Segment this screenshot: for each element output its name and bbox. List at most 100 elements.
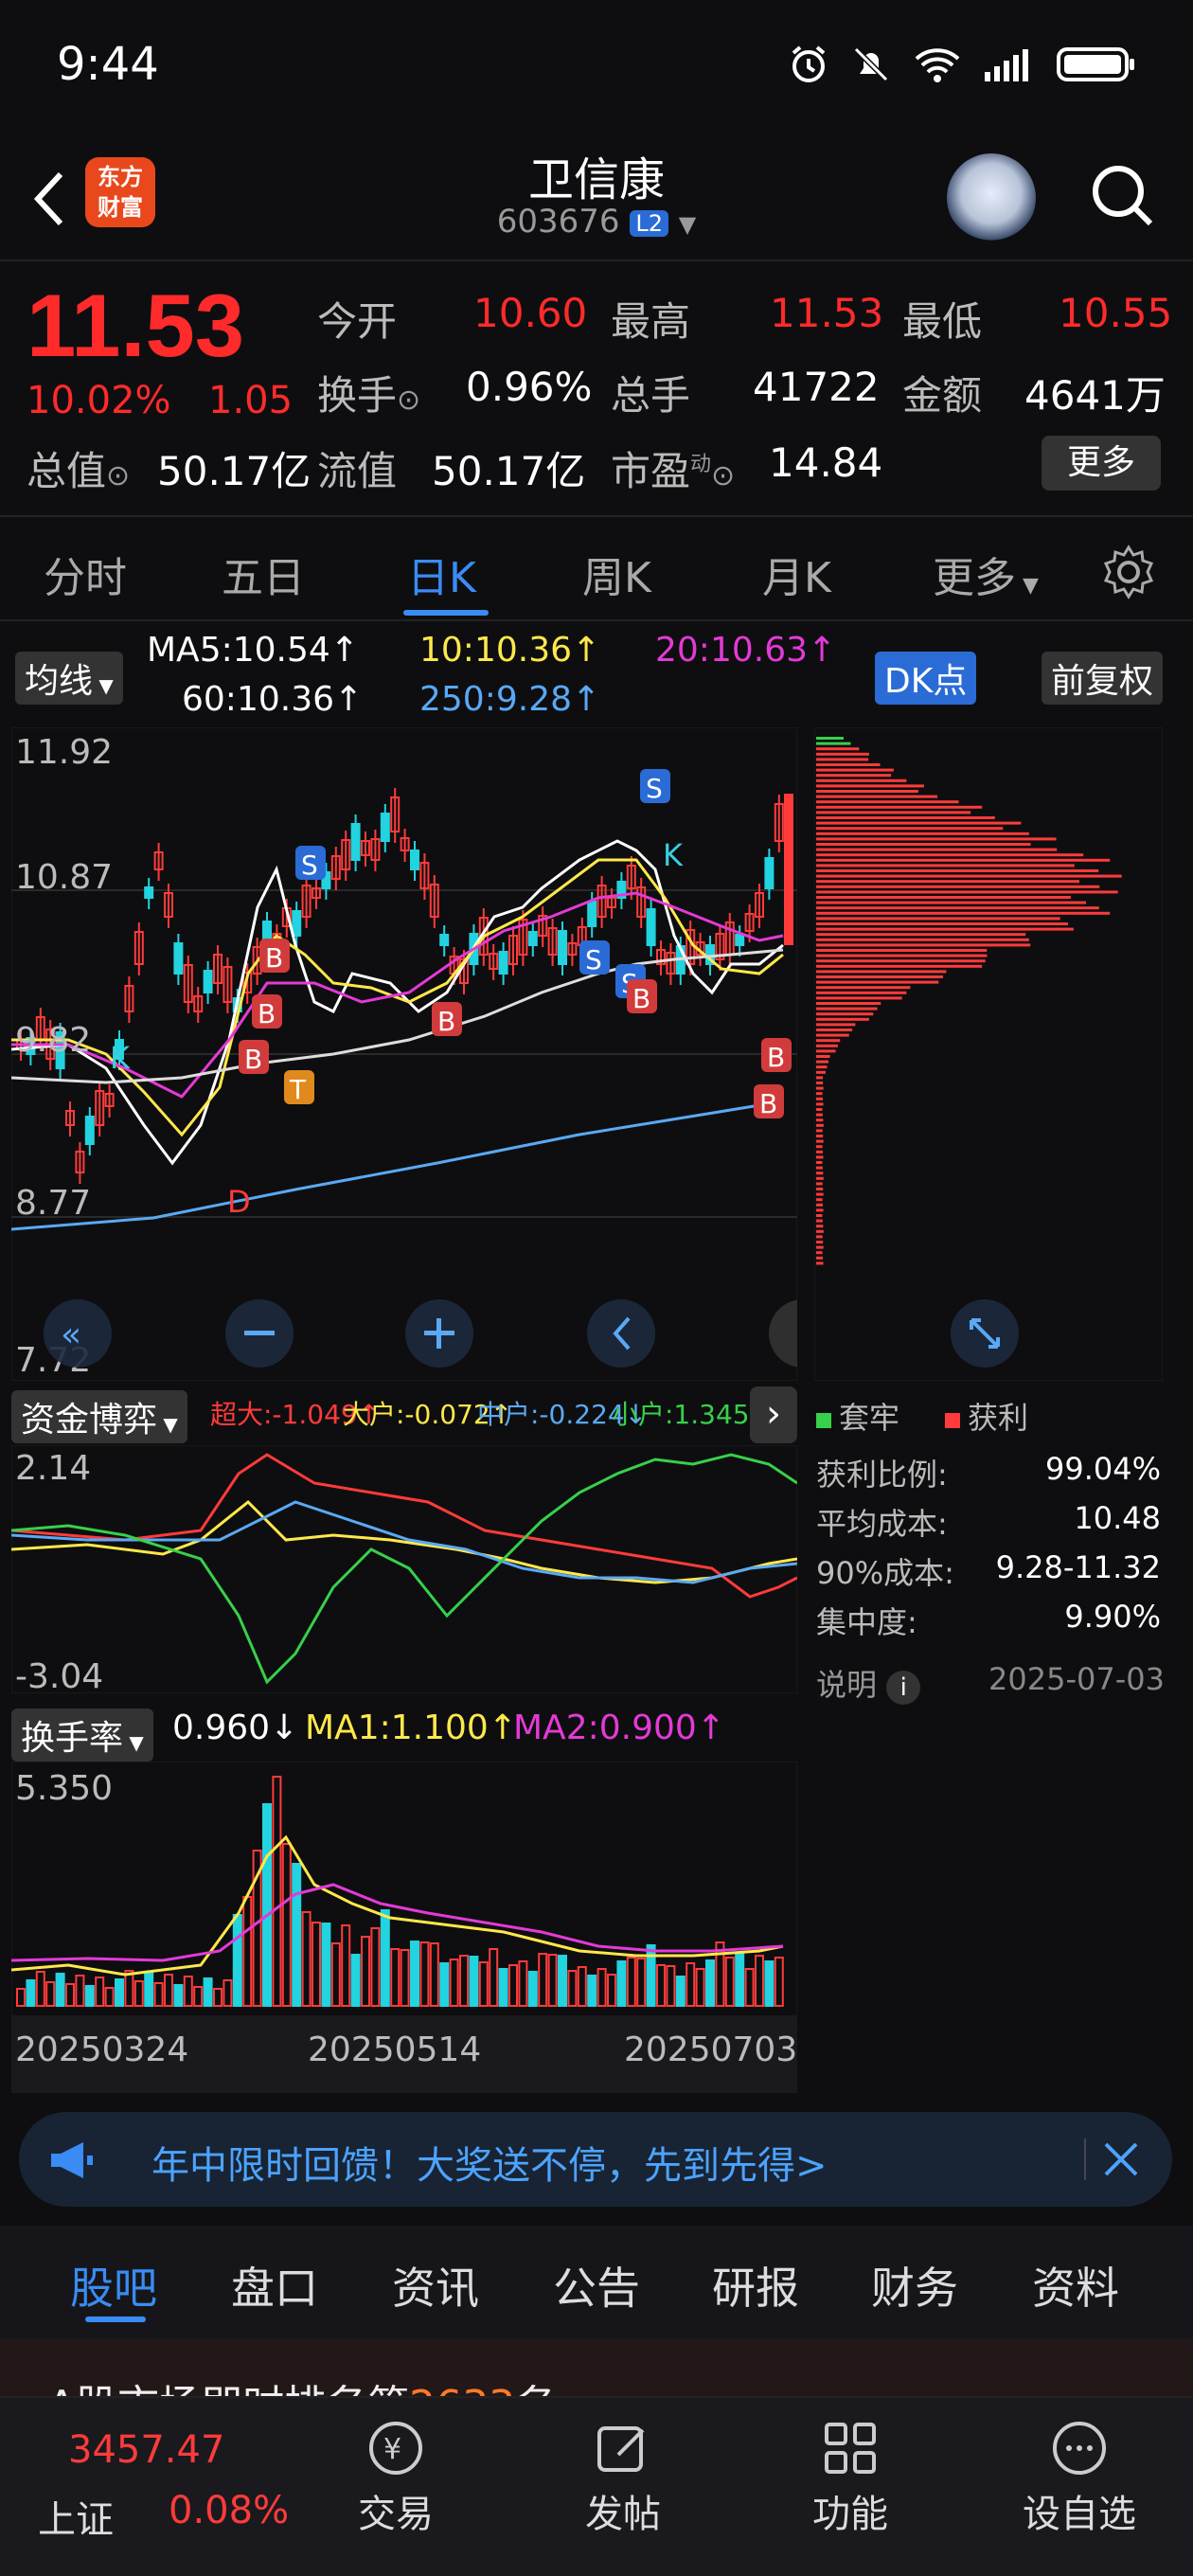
- chip-bar: [816, 1012, 874, 1016]
- tab-five-day[interactable]: 五日: [222, 544, 305, 604]
- chip-bar: [816, 1203, 824, 1207]
- turnover-bar: [380, 1909, 390, 2007]
- trade-marker-b: B: [761, 1038, 792, 1073]
- chip-bar: [816, 1235, 823, 1239]
- compose-icon: [597, 2426, 645, 2472]
- chip-bar: [816, 853, 1084, 857]
- tab-pankou[interactable]: 盘口: [231, 2254, 318, 2317]
- chip-bar: [816, 869, 1099, 872]
- nav-watchlist[interactable]: 设自选: [994, 2417, 1165, 2538]
- chip-bar: [816, 1176, 824, 1180]
- svg-text:«: «: [61, 1315, 81, 1354]
- tab-news[interactable]: 资讯: [392, 2254, 479, 2317]
- chip-bar: [816, 790, 918, 793]
- chip-bar: [816, 901, 1086, 904]
- ma60-value: 60:10.36↑: [182, 680, 364, 719]
- tab-intraday[interactable]: 分时: [44, 544, 127, 604]
- chip-bar: [816, 843, 1031, 846]
- chip-bar: [816, 768, 894, 772]
- more-button[interactable]: 更多: [1042, 436, 1161, 491]
- index-pct[interactable]: 0.08%: [169, 2489, 289, 2532]
- trade-marker-b: B: [627, 979, 657, 1014]
- chip-bar: [816, 1002, 881, 1005]
- adjust-button[interactable]: 前复权: [1042, 652, 1164, 705]
- tab-guba[interactable]: 股吧: [70, 2254, 157, 2317]
- chip-bar: [816, 1150, 824, 1154]
- candle-body: [203, 970, 213, 993]
- kline-chart[interactable]: 11.92 10.87 9.82 8.77 7.72 SBBBTBSSSBBBK…: [11, 727, 797, 1381]
- chip-bar: [816, 954, 988, 957]
- chip-bar: [816, 996, 902, 1000]
- chip-bar: [816, 880, 1080, 884]
- candle-body: [380, 813, 390, 842]
- chip-bar: [816, 811, 971, 814]
- settings-gear-icon[interactable]: [1100, 544, 1157, 600]
- index-value[interactable]: 3457.47: [68, 2428, 224, 2472]
- chip-bar: [816, 758, 869, 761]
- turnover-bar: [587, 1975, 597, 2007]
- date-start: 20250324: [15, 2030, 188, 2069]
- index-name[interactable]: 上证: [38, 2489, 114, 2544]
- funds-selector[interactable]: 资金博弈 ▼: [11, 1390, 187, 1443]
- mcap-value: 50.17亿: [157, 448, 312, 494]
- chip-bar: [816, 795, 938, 798]
- mcap-label: 总值: [27, 448, 107, 494]
- back-arrow-icon[interactable]: [23, 161, 80, 237]
- robot-avatar-icon[interactable]: [947, 153, 1036, 242]
- legend-trap: 套牢: [816, 1394, 899, 1438]
- k-marker: K: [110, 1040, 131, 1076]
- chip-bar: [816, 1155, 824, 1159]
- chip-bar: [816, 1229, 824, 1233]
- battery-icon: [1057, 47, 1134, 81]
- turnover-bar: [439, 1962, 450, 2007]
- tab-monthly-k[interactable]: 月K: [762, 544, 831, 604]
- chip-bar: [816, 874, 1122, 878]
- turnover-selector[interactable]: 换手率 ▼: [11, 1708, 153, 1762]
- chip-bar: [816, 1225, 824, 1228]
- megaphone-icon: [51, 2142, 93, 2178]
- nav-function[interactable]: 功能: [765, 2417, 935, 2538]
- tab-research[interactable]: 研报: [712, 2254, 799, 2317]
- l2-badge: L2: [630, 209, 668, 237]
- dk-point-button[interactable]: DK点: [875, 652, 977, 705]
- candle-body: [735, 934, 745, 946]
- turnover-bar: [469, 1956, 479, 2007]
- chip-bar: [816, 1049, 836, 1053]
- tab-weekly-k[interactable]: 周K: [582, 544, 651, 604]
- tab-finance[interactable]: 财务: [871, 2254, 958, 2317]
- tab-daily-k[interactable]: 日K: [407, 544, 476, 604]
- tab-more[interactable]: 更多 ▼: [933, 544, 1039, 604]
- chip-bar: [816, 1118, 824, 1122]
- chip-bar: [816, 747, 860, 751]
- chip-bar: [816, 1251, 823, 1255]
- tab-profile[interactable]: 资料: [1032, 2254, 1119, 2317]
- trade-marker-s: S: [579, 940, 610, 975]
- date-end: 20250703: [624, 2030, 797, 2069]
- promo-banner[interactable]: 年中限时回馈！大奖送不停，先到先得>: [19, 2112, 1172, 2207]
- chip-bar: [816, 980, 939, 984]
- ma-selector[interactable]: 均线 ▼: [15, 652, 123, 705]
- pe-label: 市盈: [611, 448, 691, 494]
- chevron-right-icon[interactable]: ›: [750, 1386, 797, 1443]
- chip-bar: [816, 1113, 823, 1117]
- search-icon[interactable]: [1084, 157, 1160, 233]
- funds-y-top: 2.14: [15, 1449, 91, 1488]
- close-icon[interactable]: [1100, 2138, 1142, 2180]
- volume-value: 41722: [753, 364, 880, 410]
- profit-ratio-row: 获利比例: 99.04%: [816, 1451, 1161, 1493]
- svg-text:B: B: [632, 983, 650, 1014]
- tab-announcements[interactable]: 公告: [553, 2254, 640, 2317]
- y-label-3: 9.82: [15, 1021, 91, 1060]
- chip-bar: [816, 1245, 824, 1249]
- turnover-bar: [350, 1954, 361, 2007]
- turnover-bar: [498, 1968, 508, 2007]
- post-preview[interactable]: A股市场即时排名第2633名: [0, 2339, 1193, 2396]
- turnover-bar: [84, 1985, 95, 2007]
- nav-trade[interactable]: ¥ 交易: [311, 2417, 481, 2538]
- chevron-down-icon: ▼: [678, 211, 697, 238]
- ma10-value: 10:10.36↑: [419, 631, 601, 670]
- note-link[interactable]: 说明 i: [816, 1661, 921, 1705]
- nav-post[interactable]: 发帖: [538, 2417, 708, 2538]
- svg-text:S: S: [585, 944, 602, 975]
- chip-bar: [816, 816, 995, 819]
